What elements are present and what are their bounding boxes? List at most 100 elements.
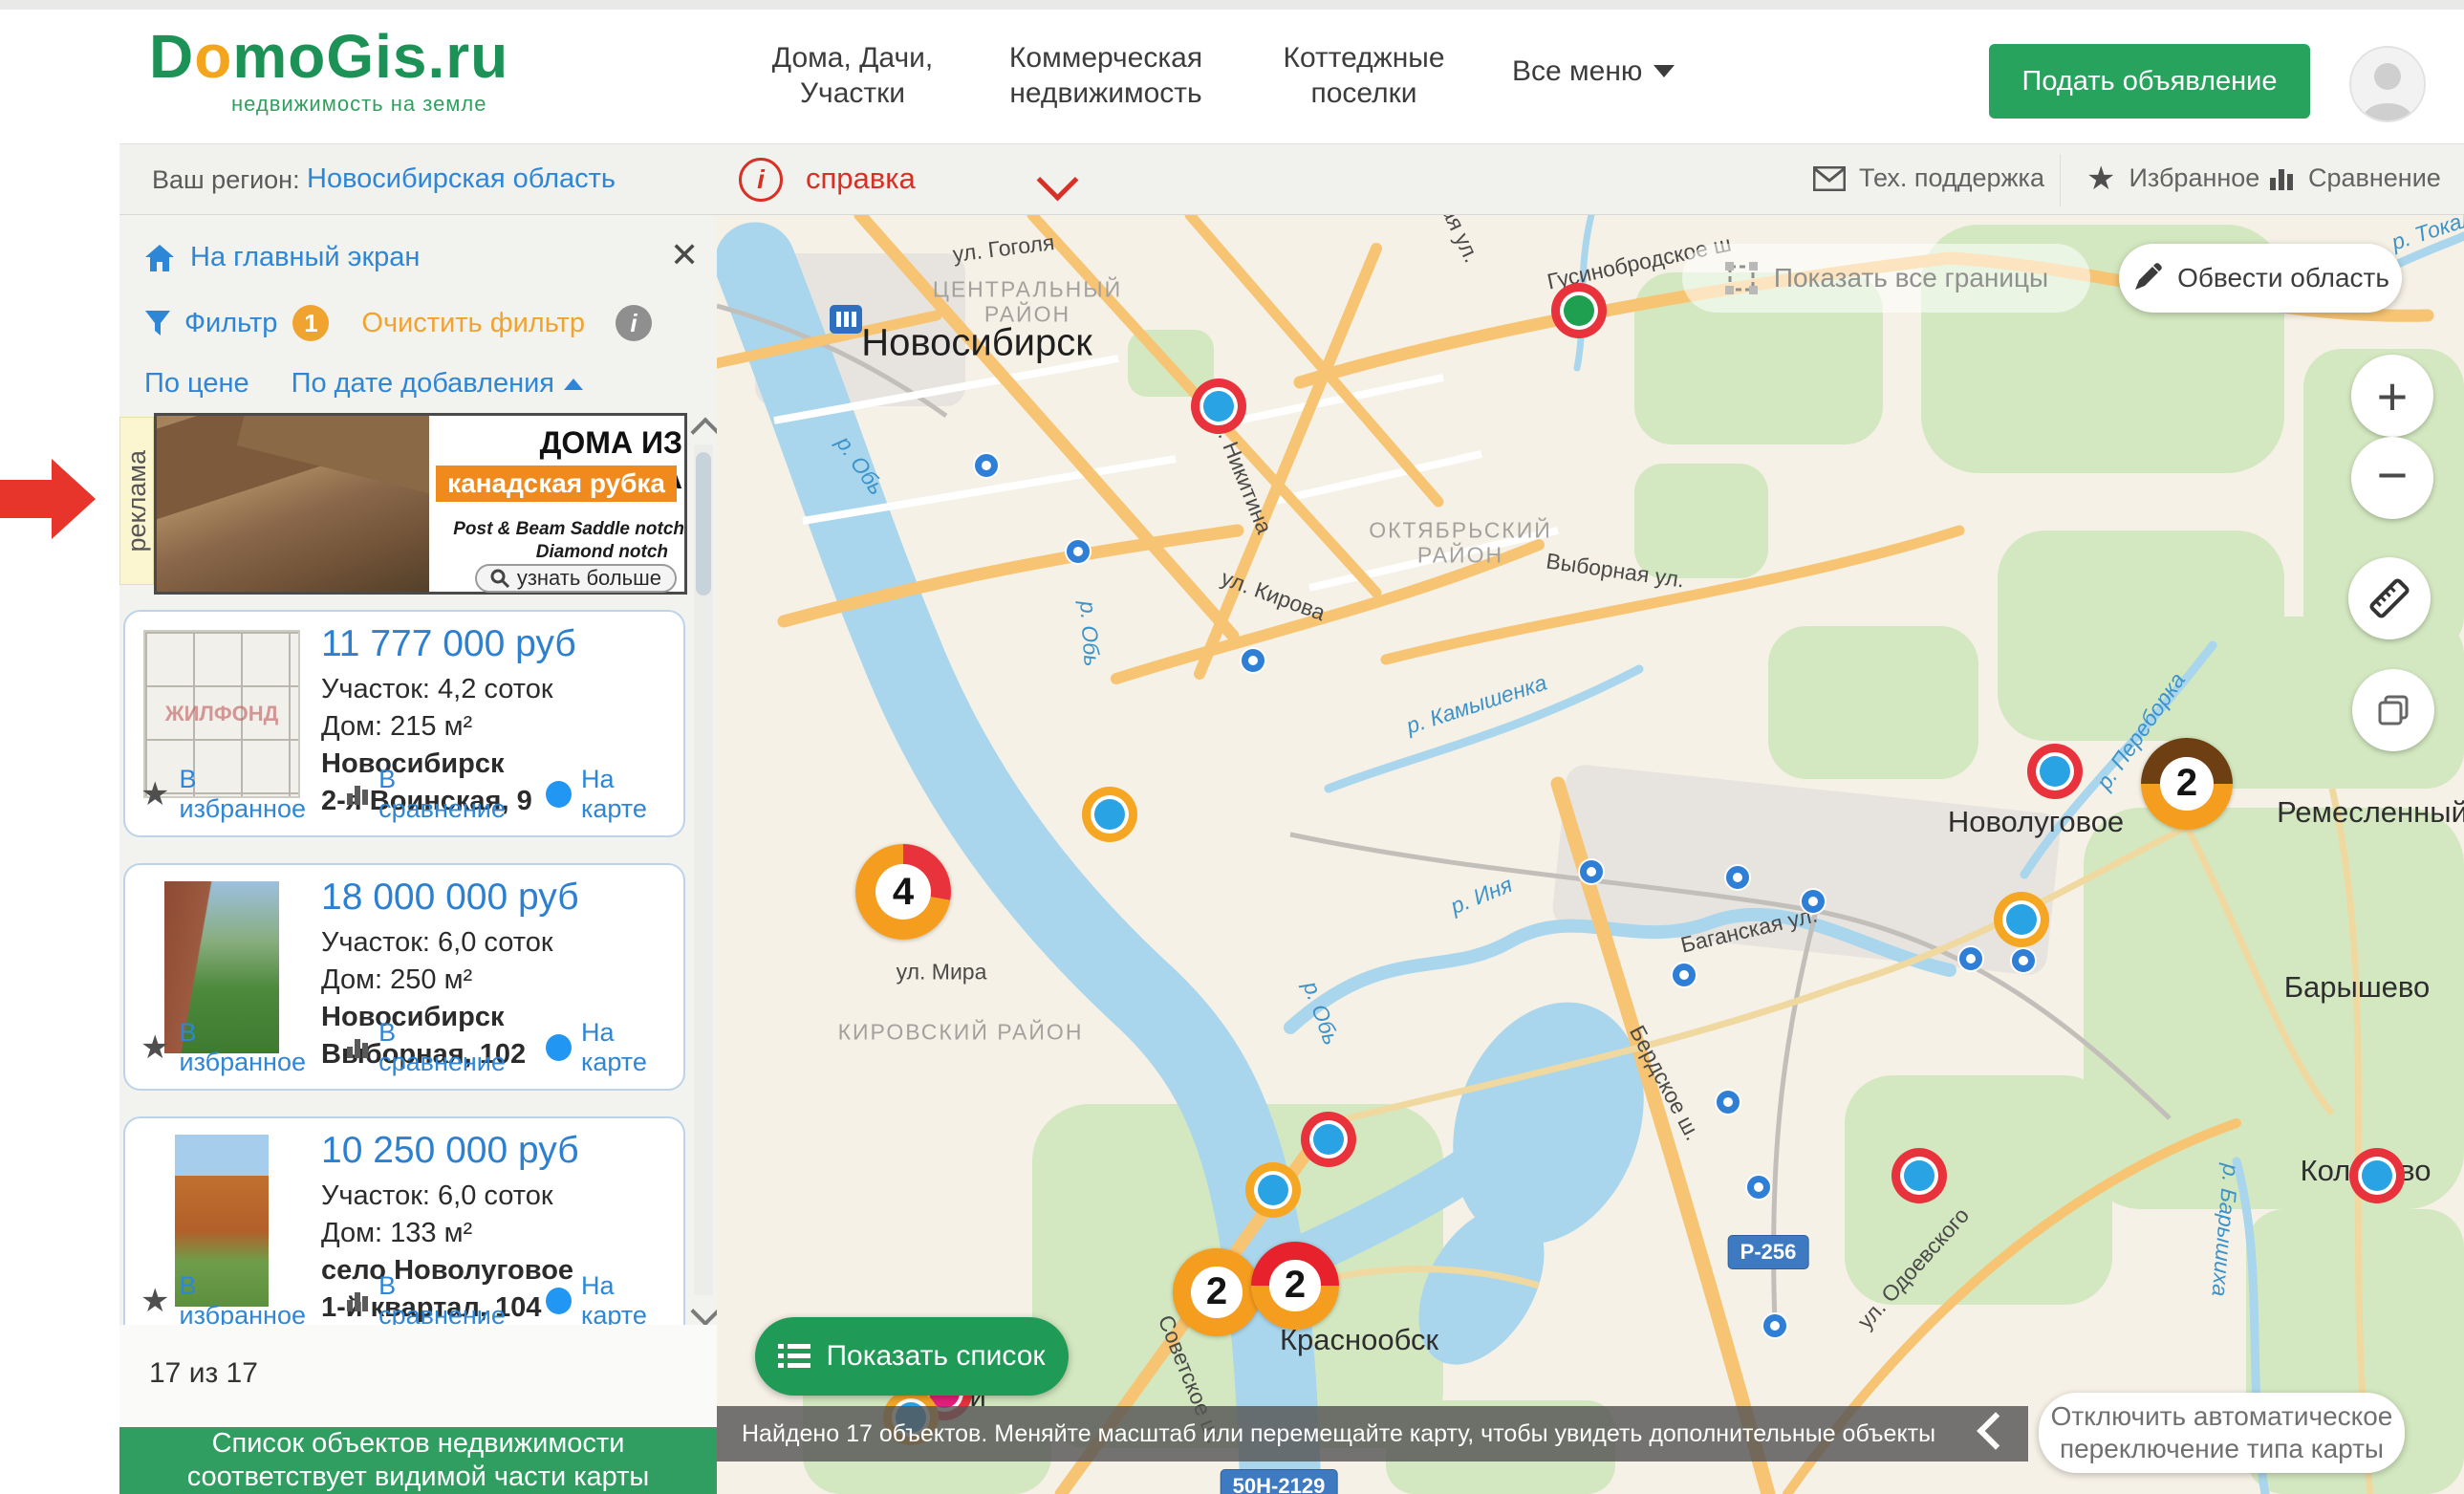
star-icon: ★ <box>140 1287 169 1315</box>
transit-node <box>1959 947 1982 970</box>
sidebar: На главный экран ✕ Фильтр 1 Очистить фил… <box>119 215 717 1494</box>
divider <box>2060 154 2061 206</box>
cluster-marker[interactable]: 2 <box>1173 1248 1261 1336</box>
map-dot-icon <box>546 781 572 808</box>
listing-marker[interactable] <box>1245 1162 1301 1218</box>
listing-card[interactable]: 18 000 000 руб Участок: 6,0 соток Дом: 2… <box>123 863 685 1091</box>
sort-by-date[interactable]: По дате добавления <box>292 368 583 400</box>
listing-marker[interactable] <box>2349 1148 2405 1203</box>
transit-node <box>975 454 998 477</box>
nav-houses-dachas[interactable]: Дома, Дачи,Участки <box>747 40 958 111</box>
show-borders-button[interactable]: Показать все границы <box>1682 244 2090 313</box>
ad-badge: канадская рубка <box>436 466 677 502</box>
compare-bars-icon <box>345 782 369 807</box>
submit-listing-button[interactable]: Подать объявление <box>1989 44 2310 119</box>
scroll-up-icon[interactable] <box>690 417 717 446</box>
selection-frame-icon <box>1724 261 1759 295</box>
compare-action[interactable]: В сравнение <box>345 765 525 824</box>
listing-plot: Участок: 6,0 соток <box>321 924 579 962</box>
clear-filter-link[interactable]: Очистить фильтр <box>361 308 585 339</box>
favorite-action[interactable]: ★В избранное <box>140 765 324 824</box>
road-badge: Р-256 <box>1728 1235 1809 1269</box>
cluster-marker[interactable]: 2 <box>2141 738 2233 830</box>
map-label: РАЙОН <box>1417 543 1503 569</box>
star-icon: ★ <box>2086 164 2115 193</box>
listing-house-area: Дом: 215 м² <box>321 708 576 746</box>
favorite-action[interactable]: ★В избранное <box>140 1018 324 1077</box>
home-icon <box>144 244 175 272</box>
person-icon <box>2351 48 2424 120</box>
cluster-marker[interactable]: 2 <box>1251 1242 1339 1330</box>
listing-house-area: Дом: 133 м² <box>321 1215 579 1252</box>
sidebar-footer: Список объектов недвижимости соответству… <box>119 1427 717 1494</box>
compare-link[interactable]: Сравнение <box>2268 163 2441 193</box>
help-link[interactable]: справка <box>806 162 916 196</box>
layers-button[interactable] <box>2352 669 2434 751</box>
logo[interactable]: DomoGis.ru недвижимость на земле <box>149 23 508 117</box>
envelope-icon <box>1813 166 1846 191</box>
region-link[interactable]: Новосибирская область <box>307 163 616 195</box>
listing-card[interactable]: ЖИЛФОНД 11 777 000 руб Участок: 4,2 сото… <box>123 610 685 837</box>
cluster-marker[interactable]: 4 <box>855 844 951 940</box>
map-label: КИРОВСКИЙ РАЙОН <box>838 1020 1084 1046</box>
listing-price[interactable]: 11 777 000 руб <box>321 623 576 665</box>
map-label: Новолуговое <box>1948 805 2124 839</box>
map-status-bar: Найдено 17 объектов. Меняйте масштаб или… <box>717 1406 2028 1462</box>
compare-action[interactable]: В сравнение <box>345 1018 525 1077</box>
map-label: р. Обь <box>1074 600 1105 667</box>
show-on-map-action[interactable]: На карте <box>546 1018 683 1077</box>
listing-marker[interactable] <box>1301 1112 1356 1167</box>
listing-price[interactable]: 18 000 000 руб <box>321 877 579 919</box>
compare-bars-icon <box>345 1035 369 1060</box>
listing-marker[interactable] <box>2027 744 2083 799</box>
chevron-down-icon <box>1653 65 1675 77</box>
compare-action[interactable]: В сравнение <box>345 1271 525 1331</box>
transit-node <box>1802 890 1825 913</box>
listing-marker[interactable] <box>1551 283 1607 338</box>
support-link[interactable]: Тех. поддержка <box>1813 163 2044 193</box>
draw-area-button[interactable]: Обвести область <box>2119 244 2402 313</box>
listing-plot: Участок: 6,0 соток <box>321 1178 579 1215</box>
disable-auto-map-type-button[interactable]: Отключить автоматическоепереключение тип… <box>2039 1393 2405 1473</box>
pencil-icon <box>2131 263 2162 293</box>
ad-pointer-arrow-icon <box>0 455 97 543</box>
close-icon[interactable]: ✕ <box>670 238 699 272</box>
ruler-icon <box>2365 574 2414 623</box>
ad-more-button[interactable]: узнать больше <box>475 564 677 593</box>
show-on-map-action[interactable]: На карте <box>546 1271 683 1331</box>
nav-all-menu[interactable]: Все меню <box>1512 54 1694 89</box>
favorite-action[interactable]: ★В избранное <box>140 1271 324 1331</box>
layers-icon <box>2372 689 2414 731</box>
filter-row: Фильтр 1 Очистить фильтр i <box>144 305 652 341</box>
transit-node <box>1726 866 1749 889</box>
favorites-link[interactable]: ★ Избранное <box>2086 163 2259 193</box>
ruler-button[interactable] <box>2348 557 2431 639</box>
left-rail <box>0 143 119 1494</box>
listing-marker[interactable] <box>1082 787 1137 842</box>
nav-cottage-villages[interactable]: Коттеджныепоселки <box>1264 40 1464 111</box>
map[interactable]: ул. Гоголяая ул.ЦЕНТРАЛЬНЫЙРАЙОННовосиби… <box>717 215 2464 1494</box>
listing-marker[interactable] <box>1994 892 2049 947</box>
magnifier-icon <box>490 569 509 588</box>
transit-node <box>1747 1176 1770 1199</box>
transit-node <box>1717 1091 1740 1114</box>
home-link[interactable]: На главный экран <box>144 242 420 273</box>
scroll-down-icon[interactable] <box>690 1296 717 1326</box>
scrollbar-thumb[interactable] <box>696 452 711 595</box>
zoom-in-button[interactable]: + <box>2351 355 2433 437</box>
listing-card[interactable]: 10 250 000 руб Участок: 6,0 соток Дом: 1… <box>123 1116 685 1344</box>
show-on-map-action[interactable]: На карте <box>546 765 683 824</box>
avatar[interactable] <box>2349 46 2426 122</box>
ad-banner[interactable]: ДОМА ИЗ БРЕВНА канадская рубка Post & Be… <box>154 413 687 595</box>
listing-marker[interactable] <box>1191 379 1246 434</box>
info-icon[interactable]: i <box>616 305 652 341</box>
zoom-out-button[interactable]: − <box>2351 437 2433 519</box>
sort-by-price[interactable]: По цене <box>144 368 249 400</box>
chevron-down-icon[interactable] <box>1037 160 1079 202</box>
filter-link[interactable]: Фильтр <box>144 308 277 339</box>
listing-price[interactable]: 10 250 000 руб <box>321 1130 579 1172</box>
listing-marker[interactable] <box>1891 1148 1947 1203</box>
show-list-button[interactable]: Показать список <box>755 1317 1069 1396</box>
transit-node <box>1580 860 1603 883</box>
nav-commercial[interactable]: Коммерческаянедвижимость <box>986 40 1225 111</box>
